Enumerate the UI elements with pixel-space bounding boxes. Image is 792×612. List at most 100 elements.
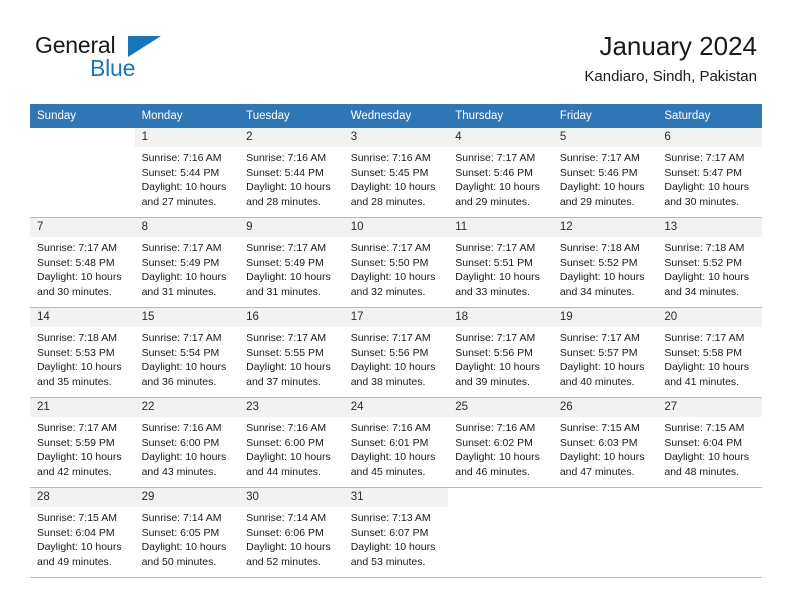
sunrise-text: Sunrise: 7:17 AM (141, 332, 222, 344)
calendar-day-cell[interactable]: 19 Sunrise: 7:17 AM Sunset: 5:57 PM Dayligh… (552, 308, 658, 398)
day-number (657, 488, 762, 507)
calendar-day-cell[interactable]: 23 Sunrise: 7:16 AM Sunset: 6:00 PM Dayligh… (239, 398, 344, 488)
calendar-day-cell[interactable]: 14 Sunrise: 7:18 AM Sunset: 5:53 PM Dayligh… (30, 308, 135, 398)
calendar-day-cell[interactable] (552, 488, 658, 578)
calendar-day-cell[interactable] (448, 488, 553, 578)
daylight-text-line1: Daylight: 10 hours (350, 271, 436, 284)
calendar-day-cell[interactable]: 1 Sunrise: 7:16 AM Sunset: 5:44 PM Daylight… (134, 128, 240, 218)
sunrise-text: Sunrise: 7:17 AM (246, 332, 327, 344)
sunset-text: Sunset: 5:51 PM (455, 256, 533, 269)
calendar-day-cell-inner: 19 Sunrise: 7:17 AM Sunset: 5:57 PM Dayligh… (552, 308, 658, 398)
sunrise-text: Sunrise: 7:15 AM (664, 422, 745, 434)
sunrise-text: Sunrise: 7:14 AM (246, 512, 327, 524)
daylight-text-line2: and 31 minutes. (141, 285, 217, 298)
daylight-text-line2: and 47 minutes. (559, 465, 635, 478)
day-sun-info: Sunrise: 7:17 AM Sunset: 5:51 PM Daylight:… (448, 237, 553, 299)
day-number (553, 488, 658, 507)
day-sun-info: Sunrise: 7:16 AM Sunset: 5:44 PM Daylight:… (135, 147, 240, 209)
daylight-text-line2: and 46 minutes. (455, 465, 530, 478)
calendar-day-cell[interactable]: 22 Sunrise: 7:16 AM Sunset: 6:00 PM Dayligh… (134, 398, 240, 488)
day-number: 30 (239, 488, 344, 507)
sunrise-text: Sunrise: 7:17 AM (559, 332, 640, 344)
sunset-text: Sunset: 5:58 PM (664, 346, 743, 359)
sunrise-text: Sunrise: 7:17 AM (350, 242, 431, 254)
calendar-day-cell[interactable]: 28 Sunrise: 7:15 AM Sunset: 6:04 PM Dayligh… (30, 488, 135, 578)
calendar-day-cell[interactable]: 30 Sunrise: 7:14 AM Sunset: 6:06 PM Dayligh… (239, 488, 344, 578)
sunset-text: Sunset: 5:56 PM (350, 346, 429, 359)
daylight-text-line2: and 29 minutes. (455, 195, 530, 208)
daylight-text-line1: Daylight: 10 hours (141, 271, 227, 284)
daylight-text-line1: Daylight: 10 hours (455, 181, 540, 194)
sunset-text: Sunset: 5:50 PM (350, 256, 429, 269)
calendar-day-cell[interactable]: 6 Sunrise: 7:17 AM Sunset: 5:47 PM Daylight… (657, 128, 762, 218)
day-sun-info: Sunrise: 7:17 AM Sunset: 5:46 PM Daylight:… (448, 147, 553, 209)
day-sun-info: Sunrise: 7:16 AM Sunset: 6:00 PM Daylight:… (135, 417, 240, 479)
calendar-day-cell[interactable]: 5 Sunrise: 7:17 AM Sunset: 5:46 PM Daylight… (552, 128, 658, 218)
calendar-day-cell[interactable]: 27 Sunrise: 7:15 AM Sunset: 6:04 PM Dayligh… (657, 398, 762, 488)
day-number: 3 (343, 128, 449, 147)
calendar-day-cell[interactable] (30, 128, 135, 218)
calendar-day-cell[interactable]: 8 Sunrise: 7:17 AM Sunset: 5:49 PM Daylight… (134, 218, 240, 308)
day-number: 25 (448, 398, 553, 417)
calendar-day-cell[interactable] (657, 488, 762, 578)
calendar-day-cell[interactable]: 9 Sunrise: 7:17 AM Sunset: 5:49 PM Daylight… (239, 218, 344, 308)
day-number: 27 (657, 398, 762, 417)
calendar-day-cell[interactable]: 18 Sunrise: 7:17 AM Sunset: 5:56 PM Dayligh… (448, 308, 553, 398)
calendar-day-cell[interactable]: 25 Sunrise: 7:16 AM Sunset: 6:02 PM Dayligh… (448, 398, 553, 488)
calendar-day-cell[interactable]: 11 Sunrise: 7:17 AM Sunset: 5:51 PM Dayligh… (448, 218, 553, 308)
daylight-text-line1: Daylight: 10 hours (559, 271, 645, 284)
day-number: 20 (657, 308, 762, 327)
daylight-text-line1: Daylight: 10 hours (141, 181, 227, 194)
sunrise-text: Sunrise: 7:16 AM (141, 422, 222, 434)
daylight-text-line1: Daylight: 10 hours (559, 361, 645, 374)
sunset-text: Sunset: 5:48 PM (37, 256, 115, 269)
calendar-week-row: 7 Sunrise: 7:17 AM Sunset: 5:48 PM Daylight… (30, 218, 762, 308)
sunset-text: Sunset: 5:46 PM (455, 166, 533, 179)
day-sun-info: Sunrise: 7:17 AM Sunset: 5:54 PM Daylight:… (135, 327, 240, 389)
day-sun-info: Sunrise: 7:17 AM Sunset: 5:56 PM Daylight:… (344, 327, 449, 389)
sunset-text: Sunset: 5:53 PM (37, 346, 115, 359)
sunset-text: Sunset: 5:47 PM (664, 166, 743, 179)
calendar-day-cell[interactable]: 17 Sunrise: 7:17 AM Sunset: 5:56 PM Dayligh… (343, 308, 449, 398)
calendar-day-cell-inner: 5 Sunrise: 7:17 AM Sunset: 5:46 PM Daylight… (552, 128, 658, 218)
page-subtitle-location: Kandiaro, Sindh, Pakistan (584, 68, 757, 85)
day-sun-info: Sunrise: 7:17 AM Sunset: 5:55 PM Daylight:… (239, 327, 344, 389)
calendar-day-cell[interactable]: 12 Sunrise: 7:18 AM Sunset: 5:52 PM Dayligh… (552, 218, 658, 308)
calendar-day-cell[interactable]: 3 Sunrise: 7:16 AM Sunset: 5:45 PM Daylight… (343, 128, 449, 218)
daylight-text-line2: and 32 minutes. (350, 285, 426, 298)
day-number: 10 (343, 218, 449, 237)
calendar-day-cell[interactable]: 29 Sunrise: 7:14 AM Sunset: 6:05 PM Dayligh… (134, 488, 240, 578)
calendar-day-cell[interactable]: 16 Sunrise: 7:17 AM Sunset: 5:55 PM Dayligh… (239, 308, 344, 398)
calendar-day-cell[interactable]: 10 Sunrise: 7:17 AM Sunset: 5:50 PM Dayligh… (343, 218, 449, 308)
calendar-day-cell[interactable]: 24 Sunrise: 7:16 AM Sunset: 6:01 PM Dayligh… (343, 398, 449, 488)
sunset-text: Sunset: 5:46 PM (559, 166, 638, 179)
calendar-day-cell[interactable]: 21 Sunrise: 7:17 AM Sunset: 5:59 PM Dayligh… (30, 398, 135, 488)
daylight-text-line2: and 36 minutes. (141, 375, 217, 388)
calendar-day-cell[interactable]: 4 Sunrise: 7:17 AM Sunset: 5:46 PM Daylight… (448, 128, 553, 218)
calendar-day-cell[interactable]: 15 Sunrise: 7:17 AM Sunset: 5:54 PM Dayligh… (134, 308, 240, 398)
calendar-day-cell-inner: 17 Sunrise: 7:17 AM Sunset: 5:56 PM Dayligh… (343, 308, 449, 398)
sunrise-text: Sunrise: 7:17 AM (246, 242, 327, 254)
sunset-text: Sunset: 5:44 PM (141, 166, 220, 179)
weekday-header-friday: Friday (552, 104, 658, 128)
calendar-day-cell-empty (448, 488, 553, 578)
calendar-day-cell[interactable]: 20 Sunrise: 7:17 AM Sunset: 5:58 PM Dayligh… (657, 308, 762, 398)
calendar-day-cell-inner: 8 Sunrise: 7:17 AM Sunset: 5:49 PM Daylight… (134, 218, 240, 308)
calendar-day-cell[interactable]: 31 Sunrise: 7:13 AM Sunset: 6:07 PM Dayligh… (343, 488, 449, 578)
weekday-header-monday: Monday (134, 104, 240, 128)
sunset-text: Sunset: 6:04 PM (664, 436, 743, 449)
calendar-day-cell[interactable]: 2 Sunrise: 7:16 AM Sunset: 5:44 PM Daylight… (239, 128, 344, 218)
calendar-day-cell[interactable]: 7 Sunrise: 7:17 AM Sunset: 5:48 PM Daylight… (30, 218, 135, 308)
daylight-text-line2: and 33 minutes. (455, 285, 530, 298)
day-number: 14 (30, 308, 135, 327)
daylight-text-line2: and 27 minutes. (141, 195, 217, 208)
day-number: 29 (134, 488, 240, 507)
weekday-header-sunday: Sunday (30, 104, 135, 128)
day-number: 16 (239, 308, 344, 327)
general-blue-logo[interactable]: General Blue (35, 33, 235, 88)
calendar-day-cell[interactable]: 13 Sunrise: 7:18 AM Sunset: 5:52 PM Dayligh… (657, 218, 762, 308)
calendar-day-cell[interactable]: 26 Sunrise: 7:15 AM Sunset: 6:03 PM Dayligh… (552, 398, 658, 488)
sunrise-text: Sunrise: 7:17 AM (559, 152, 640, 164)
daylight-text-line1: Daylight: 10 hours (664, 361, 750, 374)
day-sun-info: Sunrise: 7:17 AM Sunset: 5:56 PM Daylight:… (448, 327, 553, 389)
